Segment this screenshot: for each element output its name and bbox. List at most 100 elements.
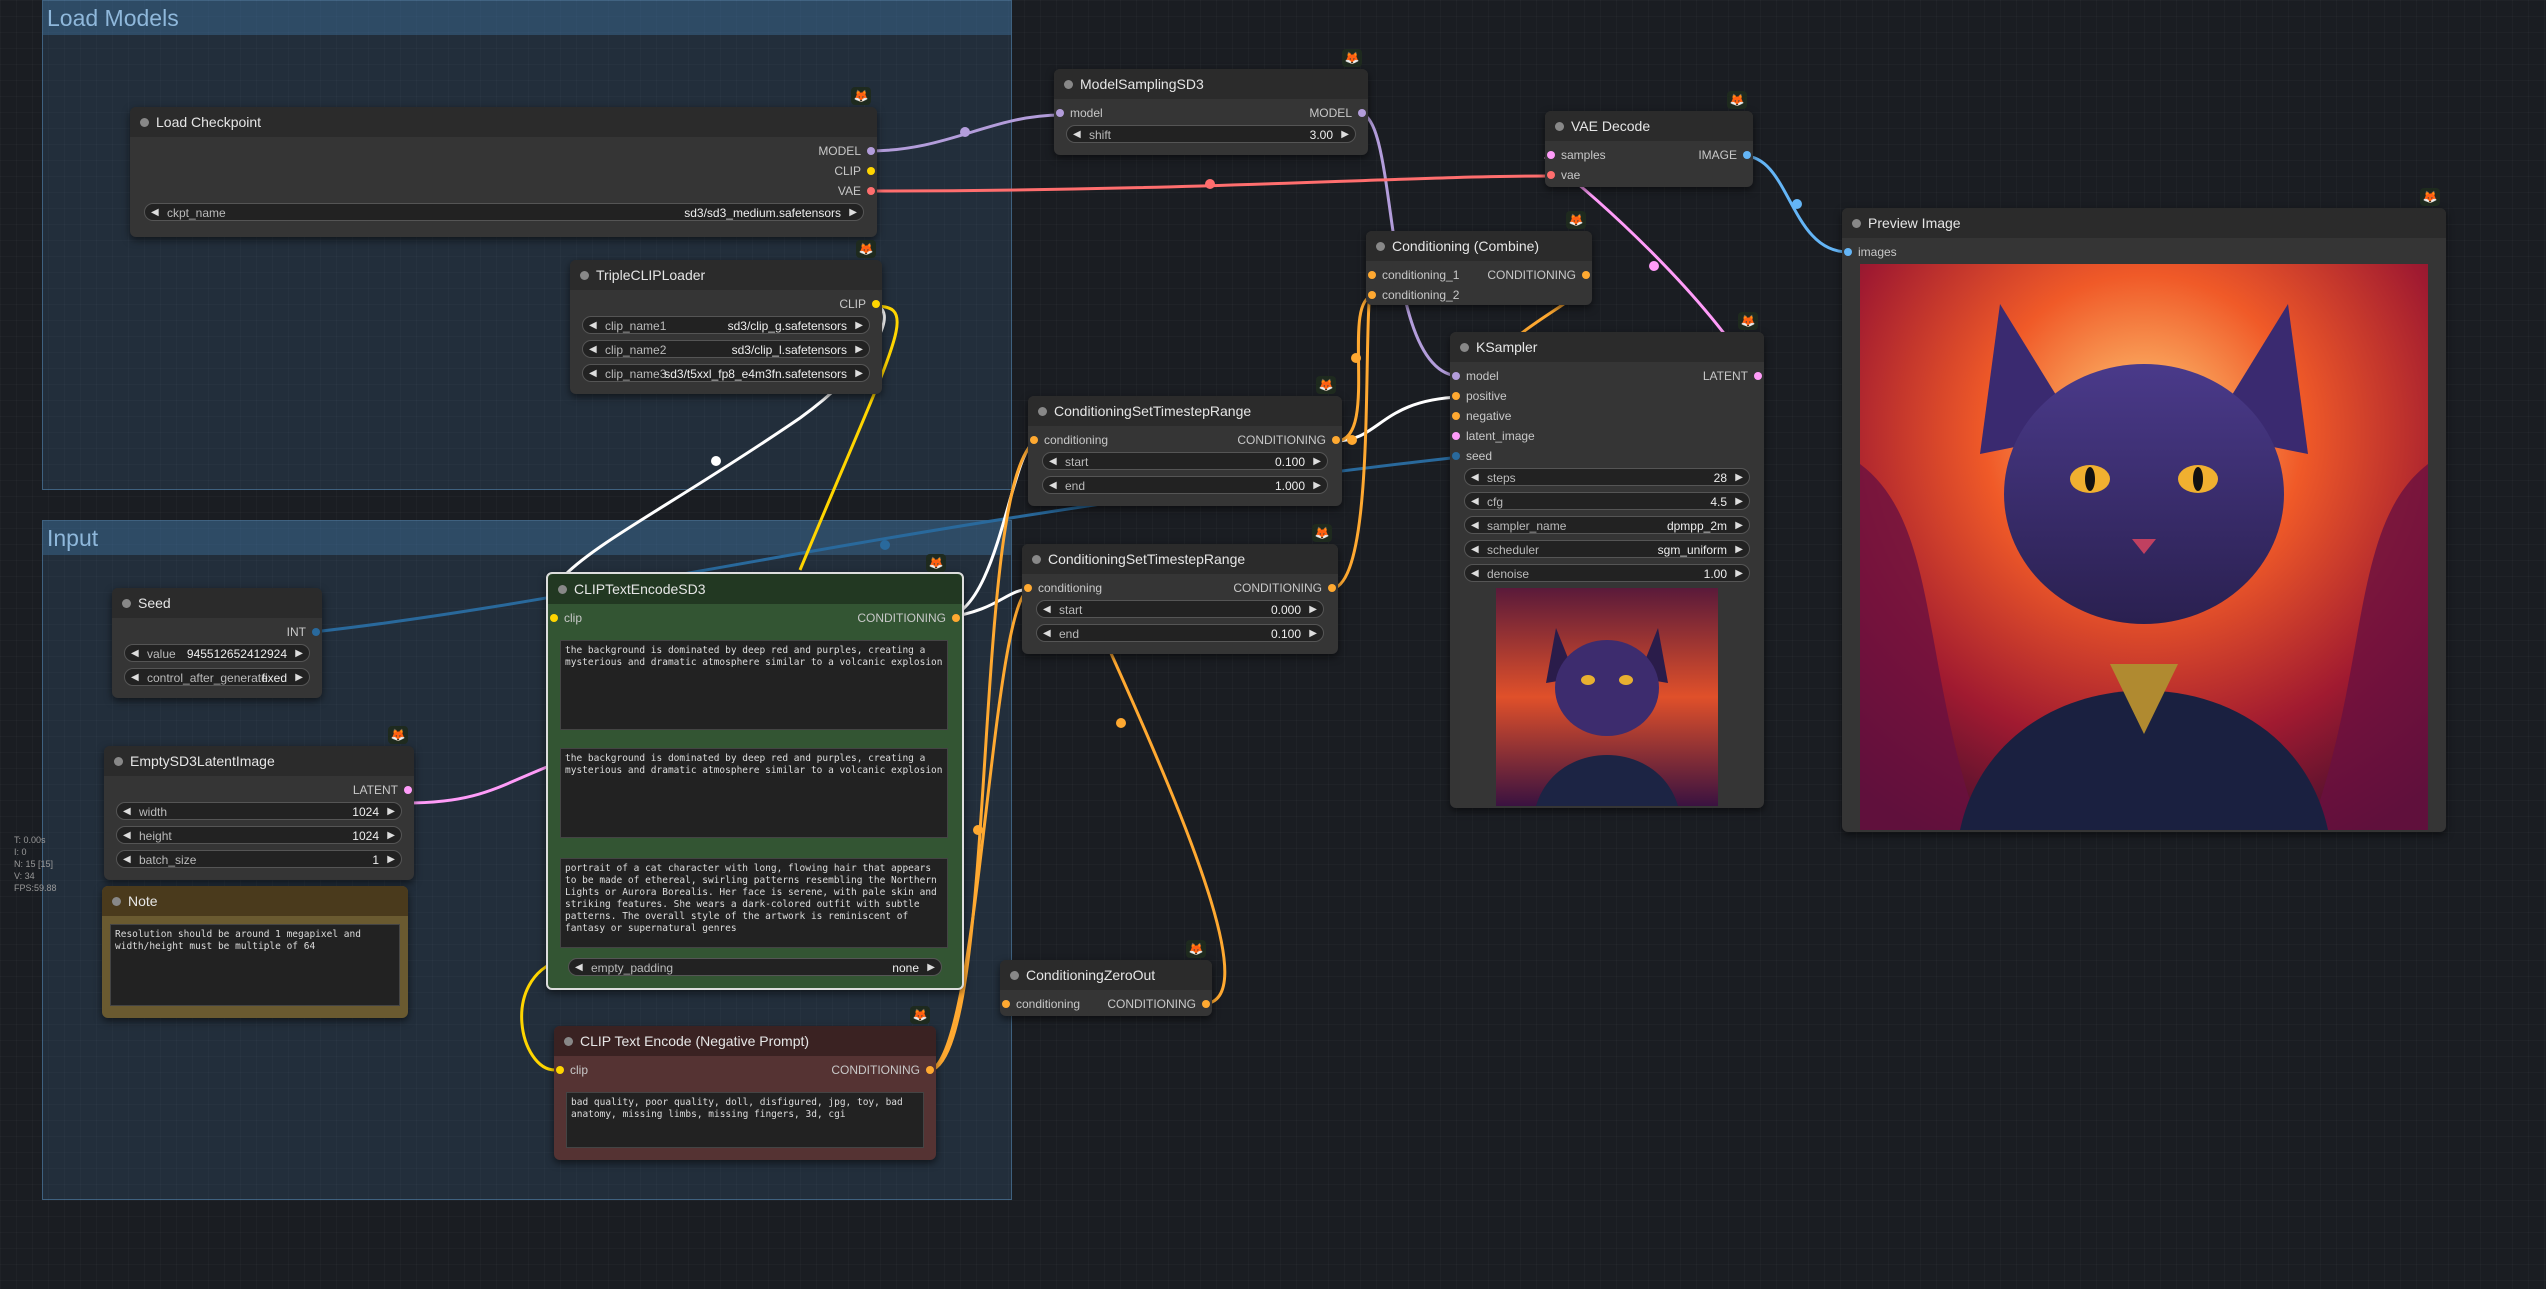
input-images[interactable]: images — [1842, 244, 2008, 260]
output-image[interactable]: IMAGE — [1637, 147, 1753, 163]
collapse-dot[interactable] — [580, 271, 589, 280]
arrow-right-icon[interactable]: ▶ — [1309, 625, 1317, 643]
slot-dot[interactable] — [404, 786, 412, 794]
denoise-input[interactable]: ◀ denoise 1.00 ▶ — [1464, 564, 1750, 582]
slot-dot[interactable] — [867, 167, 875, 175]
arrow-right-icon[interactable]: ▶ — [1735, 469, 1743, 487]
arrow-left-icon[interactable]: ◀ — [1043, 625, 1051, 643]
node-cond-timestep-range-1[interactable]: 🦊 ConditioningSetTimestepRange condition… — [1028, 376, 1342, 506]
slot-dot[interactable] — [556, 1066, 564, 1074]
slot-dot[interactable] — [1202, 1000, 1210, 1008]
node-title[interactable]: ConditioningSetTimestepRange — [1028, 396, 1342, 426]
input-clip[interactable]: clip — [548, 610, 714, 626]
slot-dot[interactable] — [1328, 584, 1336, 592]
slot-dot[interactable] — [1030, 436, 1038, 444]
arrow-right-icon[interactable]: ▶ — [1735, 517, 1743, 535]
output-int[interactable]: INT — [206, 624, 322, 640]
slot-dot[interactable] — [1452, 452, 1460, 460]
arrow-left-icon[interactable]: ◀ — [131, 669, 139, 687]
arrow-left-icon[interactable]: ◀ — [123, 851, 131, 869]
slot-dot[interactable] — [1754, 372, 1762, 380]
node-note[interactable]: Note Resolution should be around 1 megap… — [102, 886, 408, 1018]
output-latent[interactable]: LATENT — [1598, 368, 1764, 384]
slot-dot[interactable] — [1024, 584, 1032, 592]
output-conditioning[interactable]: CONDITIONING — [1466, 267, 1592, 283]
node-seed[interactable]: Seed INT ◀ value 945512652412924 ▶ ◀ control… — [112, 588, 322, 698]
slot-dot[interactable] — [1002, 1000, 1010, 1008]
arrow-left-icon[interactable]: ◀ — [589, 365, 597, 383]
collapse-dot[interactable] — [1460, 343, 1469, 352]
arrow-right-icon[interactable]: ▶ — [1735, 565, 1743, 583]
arrow-left-icon[interactable]: ◀ — [1043, 601, 1051, 619]
node-title[interactable]: Note — [102, 886, 408, 916]
node-title[interactable]: Load Checkpoint — [130, 107, 877, 137]
arrow-right-icon[interactable]: ▶ — [295, 645, 303, 663]
node-title[interactable]: ConditioningZeroOut — [1000, 960, 1212, 990]
node-title[interactable]: CLIP Text Encode (Negative Prompt) — [554, 1026, 936, 1056]
slot-dot[interactable] — [312, 628, 320, 636]
collapse-dot[interactable] — [1032, 555, 1041, 564]
slot-dot[interactable] — [1368, 271, 1376, 279]
clip-name3-select[interactable]: ◀ clip_name3 sd3/t5xxl_fp8_e4m3fn.safetens… — [582, 364, 870, 382]
node-title[interactable]: Conditioning (Combine) — [1366, 231, 1592, 261]
arrow-right-icon[interactable]: ▶ — [855, 317, 863, 335]
node-title[interactable]: Preview Image — [1842, 208, 2446, 238]
collapse-dot[interactable] — [1064, 80, 1073, 89]
arrow-left-icon[interactable]: ◀ — [575, 959, 583, 977]
arrow-left-icon[interactable]: ◀ — [123, 803, 131, 821]
start-input[interactable]: ◀ start 0.000 ▶ — [1036, 600, 1324, 618]
arrow-right-icon[interactable]: ▶ — [1735, 493, 1743, 511]
output-model[interactable]: MODEL — [1202, 105, 1368, 121]
slot-dot[interactable] — [1547, 151, 1555, 159]
slot-dot[interactable] — [1844, 248, 1852, 256]
output-vae[interactable]: VAE — [661, 183, 877, 199]
slot-dot[interactable] — [1056, 109, 1064, 117]
clip-name2-select[interactable]: ◀ clip_name2 sd3/clip_l.safetensors ▶ — [582, 340, 870, 358]
empty-padding-select[interactable]: ◀ empty_padding none ▶ — [568, 958, 942, 976]
collapse-dot[interactable] — [140, 118, 149, 127]
slot-dot[interactable] — [1332, 436, 1340, 444]
arrow-right-icon[interactable]: ▶ — [849, 204, 857, 222]
arrow-right-icon[interactable]: ▶ — [387, 851, 395, 869]
sampler-name-select[interactable]: ◀ sampler_name dpmpp_2m ▶ — [1464, 516, 1750, 534]
node-title[interactable]: EmptySD3LatentImage — [104, 746, 414, 776]
arrow-right-icon[interactable]: ▶ — [1313, 477, 1321, 495]
output-conditioning[interactable]: CONDITIONING — [796, 610, 962, 626]
node-triple-clip-loader[interactable]: 🦊 TripleCLIPLoader CLIP ◀ clip_name1 sd3/c… — [570, 240, 882, 394]
scheduler-select[interactable]: ◀ scheduler sgm_uniform ▶ — [1464, 540, 1750, 558]
output-clip[interactable]: CLIP — [661, 163, 877, 179]
node-ksampler[interactable]: 🦊 KSampler model positive negative laten… — [1450, 312, 1764, 808]
node-preview-image[interactable]: 🦊 Preview Image images — [1842, 188, 2446, 832]
node-conditioning-zero-out[interactable]: 🦊 ConditioningZeroOut conditioning CONDI… — [1000, 940, 1212, 1016]
collapse-dot[interactable] — [558, 585, 567, 594]
slot-dot[interactable] — [1452, 372, 1460, 380]
slot-dot[interactable] — [867, 147, 875, 155]
output-conditioning[interactable]: CONDITIONING — [1086, 996, 1212, 1012]
note-text[interactable]: Resolution should be around 1 megapixel … — [110, 924, 400, 1006]
arrow-left-icon[interactable]: ◀ — [1471, 541, 1479, 559]
arrow-right-icon[interactable]: ▶ — [1309, 601, 1317, 619]
cfg-input[interactable]: ◀ cfg 4.5 ▶ — [1464, 492, 1750, 510]
slot-dot[interactable] — [1547, 171, 1555, 179]
collapse-dot[interactable] — [1852, 219, 1861, 228]
width-input[interactable]: ◀ width 1024 ▶ — [116, 802, 402, 820]
node-title[interactable]: ConditioningSetTimestepRange — [1022, 544, 1338, 574]
end-input[interactable]: ◀ end 1.000 ▶ — [1042, 476, 1328, 494]
input-conditioning-2[interactable]: conditioning_2 — [1366, 287, 1492, 303]
input-vae[interactable]: vae — [1545, 167, 1661, 183]
arrow-right-icon[interactable]: ▶ — [387, 827, 395, 845]
steps-input[interactable]: ◀ steps 28 ▶ — [1464, 468, 1750, 486]
slot-dot[interactable] — [867, 187, 875, 195]
node-title[interactable]: CLIPTextEncodeSD3 — [548, 574, 962, 604]
arrow-right-icon[interactable]: ▶ — [855, 365, 863, 383]
node-title[interactable]: TripleCLIPLoader — [570, 260, 882, 290]
start-input[interactable]: ◀ start 0.100 ▶ — [1042, 452, 1328, 470]
collapse-dot[interactable] — [1376, 242, 1385, 251]
seed-value-input[interactable]: ◀ value 945512652412924 ▶ — [124, 644, 310, 662]
collapse-dot[interactable] — [122, 599, 131, 608]
collapse-dot[interactable] — [1038, 407, 1047, 416]
collapse-dot[interactable] — [112, 897, 121, 906]
node-clip-text-encode-negative[interactable]: 🦊 CLIP Text Encode (Negative Prompt) cli… — [554, 1006, 936, 1160]
slot-dot[interactable] — [1368, 291, 1376, 299]
collapse-dot[interactable] — [1010, 971, 1019, 980]
